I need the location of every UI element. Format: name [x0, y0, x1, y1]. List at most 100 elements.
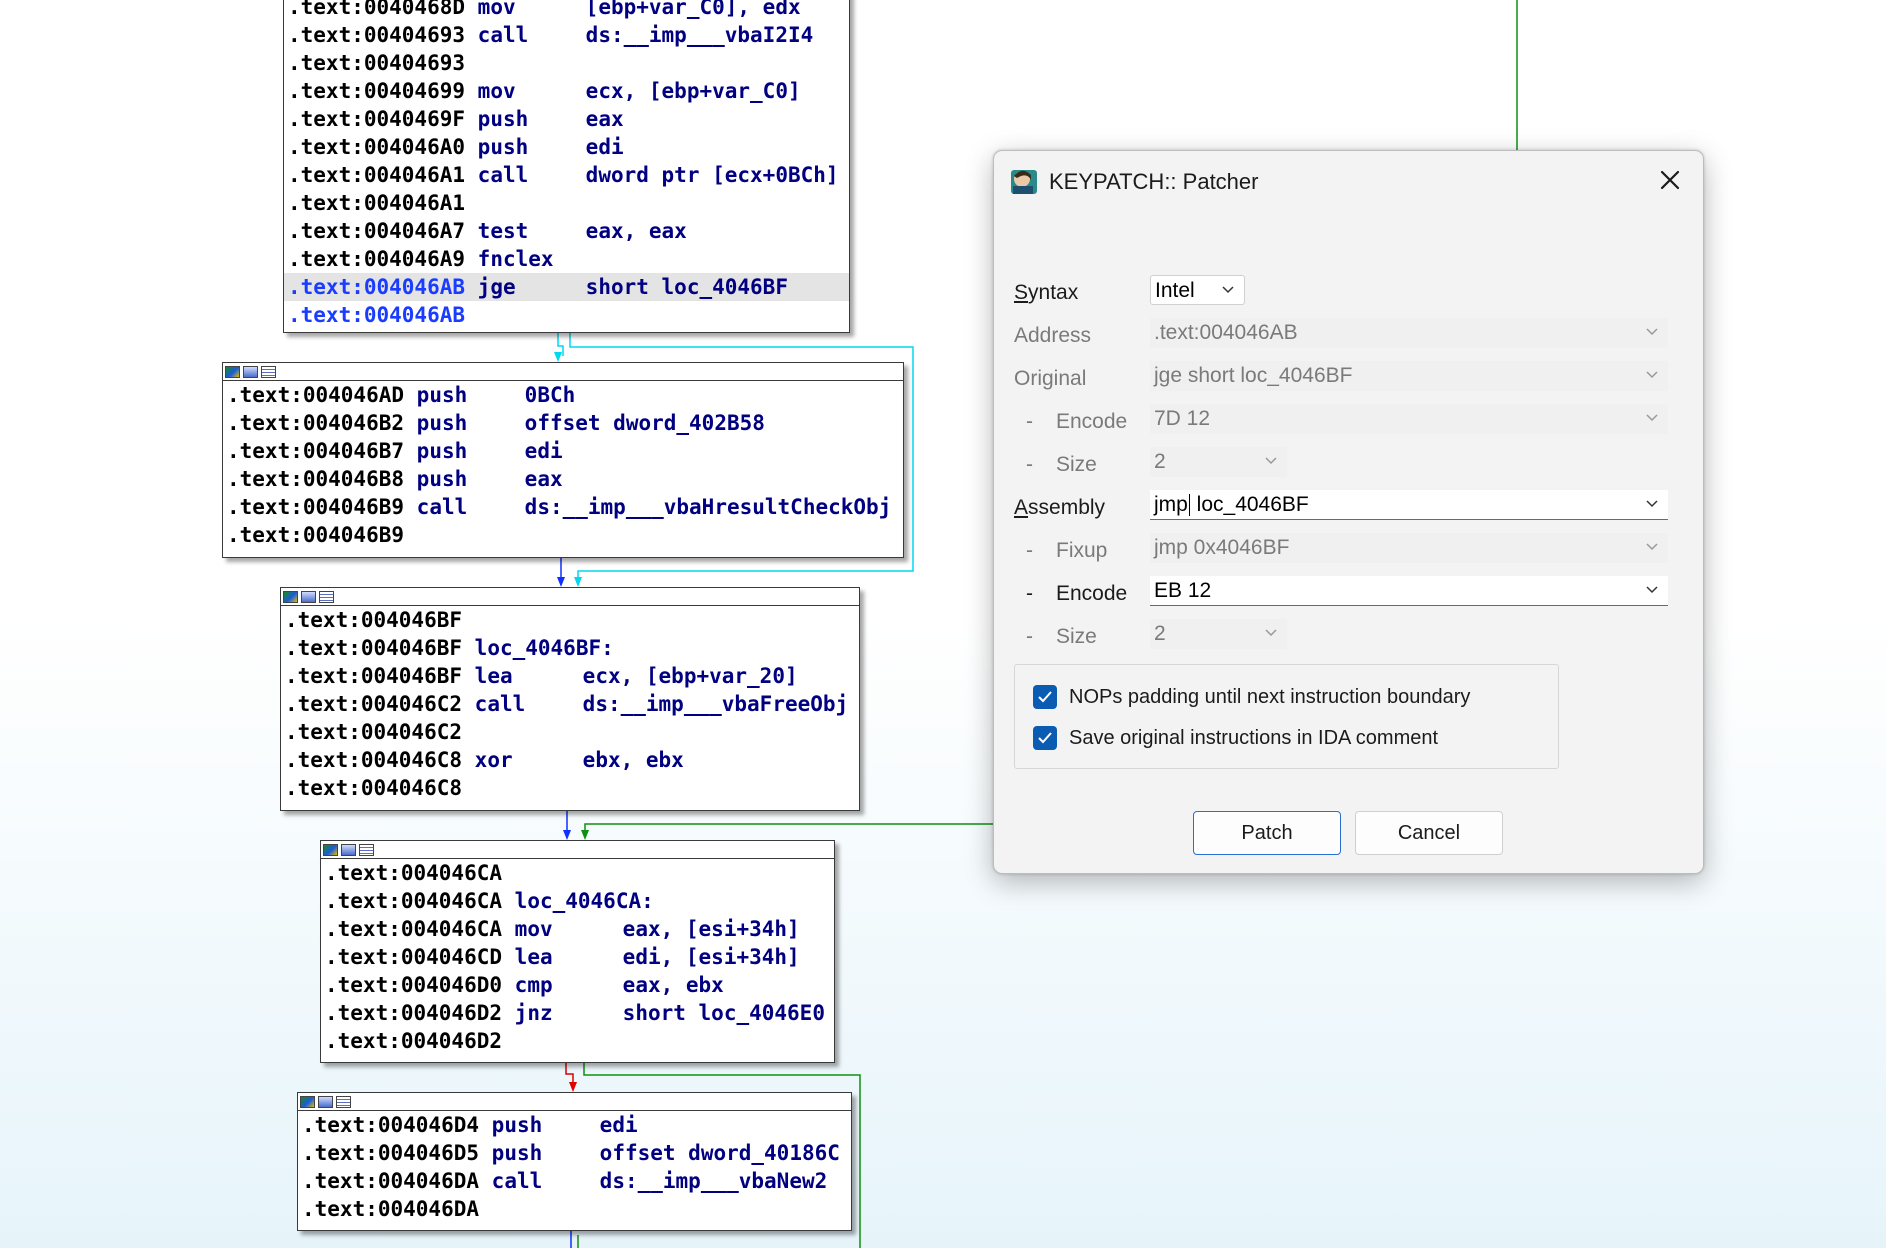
code-line[interactable]: .text:004046AB jge short loc_4046BF — [284, 273, 849, 301]
code-mnemonic: push — [491, 1113, 543, 1137]
view-icon[interactable] — [359, 843, 374, 856]
close-icon[interactable] — [1653, 163, 1687, 197]
code-line[interactable]: .text:004046D2 — [321, 1027, 834, 1055]
code-line[interactable]: .text:004046CA mov eax, [esi+34h] — [321, 915, 834, 943]
original-size-combo[interactable]: 2 — [1150, 447, 1287, 477]
code-line[interactable]: .text:004046A1 — [284, 189, 849, 217]
code-line[interactable]: .text:0040468D mov [ebp+var_C0], edx — [284, 0, 849, 21]
code-line[interactable]: .text:004046C2 call ds:__imp___vbaFreeObj — [281, 690, 859, 718]
nop-padding-checkbox[interactable]: NOPs padding until next instruction boun… — [1033, 682, 1470, 712]
code-line[interactable]: .text:004046A7 test eax, eax — [284, 217, 849, 245]
dialog-titlebar[interactable]: KEYPATCH:: Patcher — [994, 151, 1703, 209]
app-icon — [1011, 170, 1037, 194]
cancel-button[interactable]: Cancel — [1355, 811, 1503, 855]
code-mnemonic: push — [416, 383, 468, 407]
options-group: NOPs padding until next instruction boun… — [1014, 664, 1559, 769]
code-operand: ] — [825, 163, 839, 187]
code-line[interactable]: .text:004046DA — [298, 1195, 851, 1223]
code-line[interactable]: .text:004046A1 call dword ptr [ecx+0BCh] — [284, 161, 849, 189]
checkbox-checked-icon[interactable] — [1033, 726, 1057, 750]
code-line[interactable]: .text:00404693 call ds:__imp___vbaI2I4 — [284, 21, 849, 49]
code-operand: __imp___vbaHresultCheckObj — [562, 495, 892, 519]
code-operand: ] — [787, 945, 800, 969]
code-line[interactable]: .text:004046AD push 0BCh — [223, 381, 903, 409]
code-line[interactable]: .text:004046BF lea ecx, [ebp+var_20] — [281, 662, 859, 690]
graph-edit-icon[interactable] — [341, 843, 356, 856]
code-line[interactable]: .text:004046B8 push eax — [223, 465, 903, 493]
code-line[interactable]: .text:00404693 — [284, 49, 849, 77]
arrow-green-2 — [581, 830, 589, 840]
code-line[interactable]: .text:004046B9 — [223, 521, 903, 549]
color-icon[interactable] — [300, 1095, 315, 1108]
code-address: .text:004046C8 — [285, 748, 463, 772]
code-line[interactable]: .text:0040469F push eax — [284, 105, 849, 133]
code-line[interactable]: .text:004046BF loc_4046BF: — [281, 634, 859, 662]
graph-edit-icon[interactable] — [301, 590, 316, 603]
graph-edit-icon[interactable] — [243, 365, 258, 378]
code-block-1[interactable]: .text:0040468D mov [ebp+var_C0], edx .text… — [283, 0, 850, 333]
syntax-select[interactable]: Intel — [1150, 275, 1245, 305]
code-operand: eax, [esi+ — [622, 917, 750, 941]
original-encode-combo[interactable]: 7D 12 — [1150, 404, 1668, 434]
code-address: .text:004046BF — [285, 664, 463, 688]
code-address: .text:004046DA — [302, 1169, 480, 1193]
code-line[interactable]: .text:004046AB — [284, 301, 849, 329]
code-line[interactable]: .text:004046B2 push offset dword_402B58 — [223, 409, 903, 437]
code-line[interactable]: .text:004046A9 fnclex — [284, 245, 849, 273]
code-line[interactable]: .text:004046C2 — [281, 718, 859, 746]
original-combo[interactable]: jge short loc_4046BF — [1150, 361, 1668, 391]
code-mnemonic: push — [416, 411, 468, 435]
save-comment-checkbox[interactable]: Save original instructions in IDA commen… — [1033, 723, 1438, 753]
code-address: .text:004046B8 — [227, 467, 405, 491]
block-header — [223, 363, 903, 381]
code-line[interactable]: .text:004046D0 cmp eax, ebx — [321, 971, 834, 999]
code-line[interactable]: .text:004046B9 call ds:__imp___vbaHresult… — [223, 493, 903, 521]
code-line[interactable]: .text:004046A0 push edi — [284, 133, 849, 161]
code-operand: 0BCh — [775, 163, 826, 187]
text-caret — [1188, 494, 1190, 517]
code-line[interactable]: .text:004046CA — [321, 859, 834, 887]
code-line[interactable]: .text:004046D2 jnz short loc_4046E0 — [321, 999, 834, 1027]
code-operand: eax, eax — [585, 219, 687, 243]
code-address: .text:004046C2 — [285, 692, 463, 716]
code-line[interactable]: .text:004046CA loc_4046CA: — [321, 887, 834, 915]
new-size-combo[interactable]: 2 — [1150, 619, 1287, 649]
view-icon[interactable] — [336, 1095, 351, 1108]
view-icon[interactable] — [261, 365, 276, 378]
block-header — [298, 1093, 851, 1111]
chevron-down-icon[interactable] — [1646, 500, 1658, 508]
code-line[interactable]: .text:004046DA call ds:__imp___vbaNew2 — [298, 1167, 851, 1195]
code-operand: offset dword_40186C — [599, 1141, 840, 1165]
code-block-2[interactable]: .text:004046AD push 0BCh .text:004046B2 pu… — [222, 362, 904, 558]
assembly-input[interactable]: jmp loc_4046BF — [1150, 490, 1668, 520]
color-icon[interactable] — [283, 590, 298, 603]
code-operand: edi — [585, 135, 624, 159]
graph-edit-icon[interactable] — [318, 1095, 333, 1108]
code-line[interactable]: .text:004046B7 push edi — [223, 437, 903, 465]
code-label: loc_4046BF: — [474, 636, 614, 660]
code-line[interactable]: .text:004046D4 push edi — [298, 1111, 851, 1139]
color-icon[interactable] — [323, 843, 338, 856]
color-icon[interactable] — [225, 365, 240, 378]
code-line[interactable]: .text:004046BF — [281, 606, 859, 634]
code-block-5[interactable]: .text:004046D4 push edi .text:004046D5 pus… — [297, 1092, 852, 1231]
code-line[interactable]: .text:004046C8 — [281, 774, 859, 802]
code-address: .text:00404693 — [288, 51, 466, 75]
code-line[interactable]: .text:004046C8 xor ebx, ebx — [281, 746, 859, 774]
view-icon[interactable] — [319, 590, 334, 603]
code-block-4[interactable]: .text:004046CA .text:004046CA loc_4046CA:… — [320, 840, 835, 1063]
patch-button[interactable]: Patch — [1193, 811, 1341, 855]
code-line[interactable]: .text:004046D5 push offset dword_40186C — [298, 1139, 851, 1167]
new-encode-combo[interactable]: EB 12 — [1150, 576, 1668, 606]
code-operand: short loc_4046BF — [585, 275, 788, 299]
code-operand: ds: — [585, 23, 624, 47]
code-operand: ] — [787, 79, 801, 103]
fixup-combo[interactable]: jmp 0x4046BF — [1150, 533, 1668, 563]
checkbox-checked-icon[interactable] — [1033, 685, 1057, 709]
code-mnemonic: call — [477, 23, 529, 47]
address-combo[interactable]: .text:004046AB — [1150, 318, 1668, 348]
code-line[interactable]: .text:00404699 mov ecx, [ebp+var_C0] — [284, 77, 849, 105]
code-line[interactable]: .text:004046CD lea edi, [esi+34h] — [321, 943, 834, 971]
code-block-3[interactable]: .text:004046BF .text:004046BF loc_4046BF:… — [280, 587, 860, 811]
fixup-label: Fixup — [1056, 539, 1108, 562]
